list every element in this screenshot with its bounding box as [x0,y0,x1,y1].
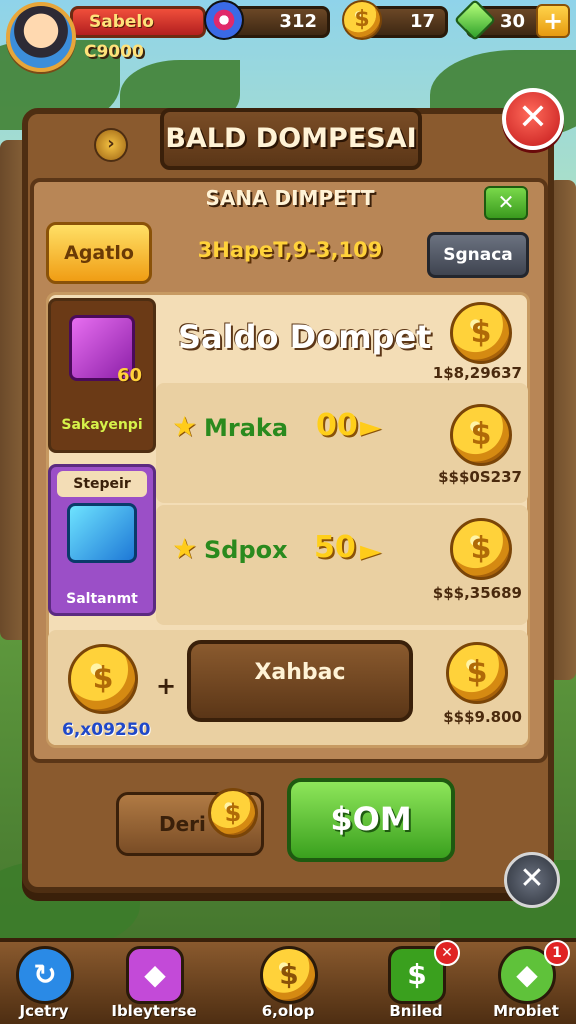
coin-icon: $ [446,642,508,704]
target-icon [204,0,244,40]
small-close-button[interactable]: ✕ [484,186,528,220]
nav-item-jcetry[interactable]: ↻ Jcetry [0,942,94,1024]
coin-icon: $ [68,644,138,714]
top-hud: Sabelo C9000 312 17 $ 30 + [0,0,576,80]
card-label: Saltanmt [66,591,138,607]
nav-label: Jcetry [19,1002,69,1020]
balance-text: 3HapeT,9-3,109 [197,238,383,262]
nav-item-bniled[interactable]: $ ✕ Bniled [366,940,466,1024]
price: 1$8,29637 [432,364,522,382]
wallet-heading: Saldo Dompet [178,318,432,356]
row-text: Mraka [204,414,289,442]
row-amount: 50 [314,530,356,565]
item-card-box[interactable]: Stepeir Saltanmt [48,464,156,616]
nav-item-ibleyterse[interactable]: ◆ Ibleyterse [104,942,204,1024]
card-label: Sakayenpi [61,417,143,433]
coin-icon: $ [260,946,318,1004]
coin-icon: $ [450,302,512,364]
blue-amount: 6,x09250 [62,720,151,740]
card-icon: ◆ [126,946,184,1004]
agatlo-button[interactable]: Agatlo [46,222,152,284]
coin-value: 17 [409,11,435,32]
target-value: 312 [279,11,317,32]
nav-label: Bniled [389,1002,443,1020]
add-gems-button[interactable]: + [536,4,570,38]
coin-icon: $ [450,404,512,466]
deri-label: Deri [159,812,206,836]
card-badge: 60 [117,365,143,386]
nav-label: 6,olop [261,1002,315,1020]
nav-badge: 1 [544,940,570,966]
panel-title: BALD DOMPESAI [160,108,422,170]
star-icon: ★ [172,410,198,443]
xahbac-button[interactable]: Xahbac [187,640,413,722]
plus-icon: + [156,672,177,700]
blue-box-icon [67,503,137,563]
chevron-right-icon: › [94,128,128,162]
nav-item-mrobiet[interactable]: ◆ 1 Mrobiet [476,940,576,1024]
price: $$$,35689 [432,584,522,602]
refresh-icon: ↻ [16,946,74,1004]
price: $$$0S237 [438,468,522,486]
player-avatar[interactable] [6,2,76,72]
coin-icon: $ [208,788,258,838]
coin-icon: $ [450,518,512,580]
close-bottom-button[interactable]: ✕ [504,852,560,908]
sgnaca-button[interactable]: Sgnaca [427,232,529,278]
bottom-nav: ↻ Jcetry ◆ Ibleyterse $ 6,olop $ ✕ Bnile… [0,938,576,1024]
row-text: Sdpox [204,536,288,564]
arrow-right-icon: ► [360,410,382,443]
panel-subtitle: SANA DIMPETT [205,186,375,210]
price: $$$9.800 [443,708,522,726]
coin-icon: $ [342,0,382,40]
nav-badge: ✕ [434,940,460,966]
arrow-right-icon: ► [360,534,382,567]
star-icon: ★ [172,532,198,565]
nav-item-6olop[interactable]: $ 6,olop [238,942,338,1024]
player-level: C9000 [84,42,144,62]
item-card-chest[interactable]: 60 Sakayenpi [48,298,156,453]
nav-label: Ibleyterse [111,1002,197,1020]
confirm-button[interactable]: $OM [287,778,455,862]
close-button[interactable]: ✕ [502,88,564,150]
card-top-label: Stepeir [57,471,147,497]
gem-value: 30 [499,11,525,32]
nav-label: Mrobiet [493,1002,559,1020]
player-name: Sabelo [70,6,206,38]
row-amount: 00 [316,408,358,443]
